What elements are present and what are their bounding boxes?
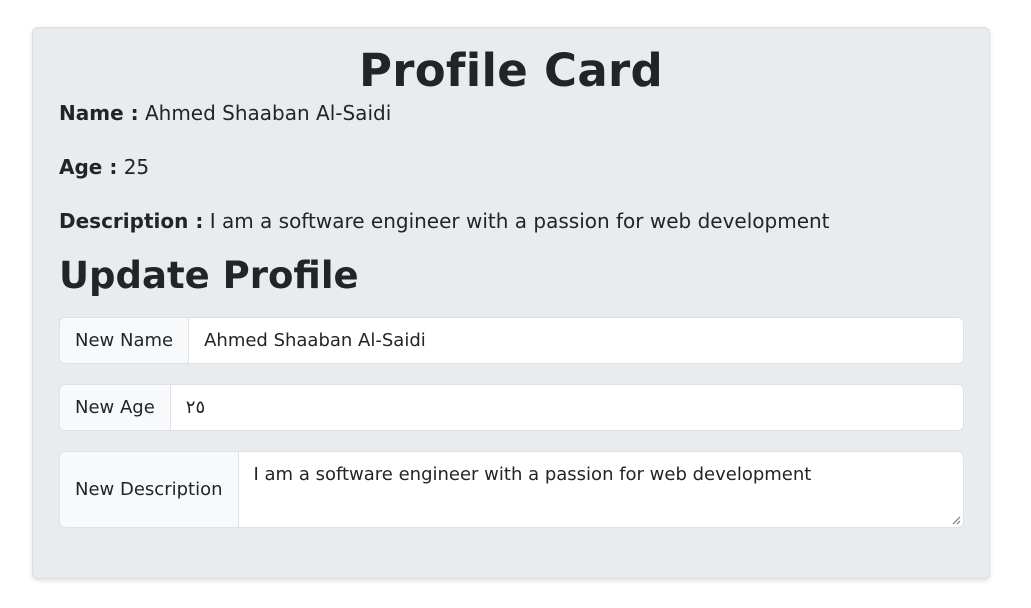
resize-handle-icon[interactable] (951, 515, 961, 525)
new-age-input[interactable]: ٢٥ (171, 385, 963, 430)
profile-card: Profile Card Name : Ahmed Shaaban Al-Sai… (32, 27, 990, 579)
update-profile-title: Update Profile (59, 254, 359, 297)
new-name-input[interactable]: Ahmed Shaaban Al-Saidi (189, 318, 963, 363)
age-info: Age : 25 (59, 153, 963, 181)
description-label: Description : (59, 209, 204, 233)
new-description-textarea-value: I am a software engineer with a passion … (253, 464, 812, 485)
name-label: Name : (59, 101, 139, 125)
name-value: Ahmed Shaaban Al-Saidi (144, 101, 392, 125)
new-description-textarea[interactable]: I am a software engineer with a passion … (239, 452, 964, 527)
age-label: Age : (59, 155, 118, 179)
name-info: Name : Ahmed Shaaban Al-Saidi (59, 99, 963, 127)
new-description-label: New Description (60, 452, 239, 527)
age-value: 25 (123, 155, 150, 179)
new-name-group: New Name Ahmed Shaaban Al-Saidi (59, 317, 964, 364)
new-age-group: New Age ٢٥ (59, 384, 964, 431)
description-value: I am a software engineer with a passion … (209, 209, 830, 233)
new-age-label: New Age (60, 385, 171, 430)
new-name-label: New Name (60, 318, 190, 363)
description-info: Description : I am a software engineer w… (59, 207, 963, 235)
new-name-input-value: Ahmed Shaaban Al-Saidi (204, 330, 426, 351)
new-description-group: New Description I am a software engineer… (59, 451, 964, 528)
page-title: Profile Card (358, 44, 664, 97)
new-age-input-value: ٢٥ (185, 397, 206, 418)
